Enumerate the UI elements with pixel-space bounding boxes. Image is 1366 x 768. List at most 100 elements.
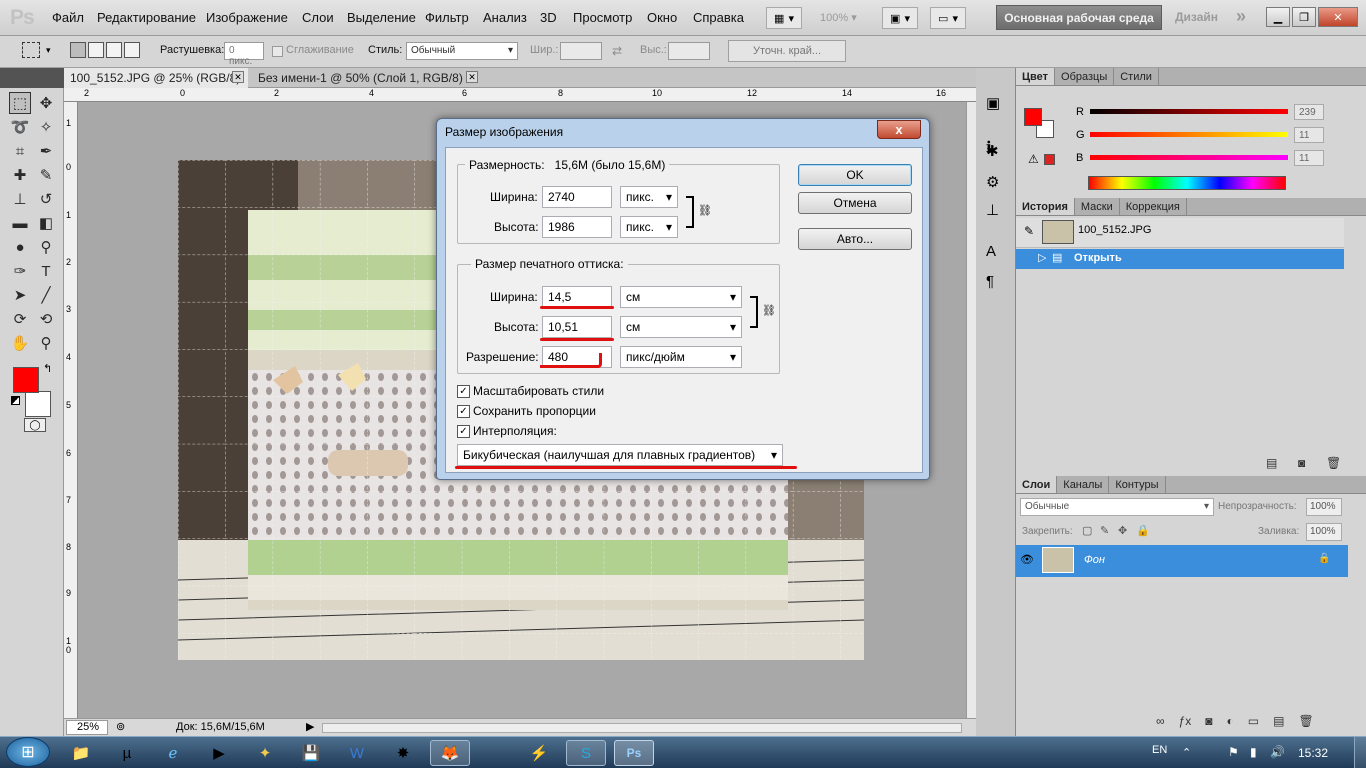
menu-window[interactable]: Окно — [647, 10, 677, 25]
tab-channels[interactable]: Каналы — [1057, 476, 1110, 493]
ok-button[interactable]: OK — [798, 164, 912, 186]
pen-icon[interactable]: ✑ — [9, 260, 31, 282]
healing-brush-icon[interactable]: ✚ — [9, 164, 31, 186]
workspace-button[interactable]: Основная рабочая среда — [996, 5, 1162, 30]
start-button-icon[interactable]: ⊞ — [6, 737, 50, 767]
feather-input[interactable]: 0 пикс. — [224, 42, 264, 67]
quick-mask-icon[interactable]: ◯ — [24, 418, 46, 432]
workspace-design[interactable]: Дизайн — [1175, 10, 1218, 24]
resample-method-select[interactable]: Бикубическая (наилучшая для плавных град… — [457, 444, 783, 466]
photoshop-taskbar-icon[interactable]: Ps — [614, 740, 654, 766]
r-slider[interactable] — [1090, 109, 1288, 114]
pixel-width-input[interactable]: 2740 — [542, 186, 612, 208]
clock[interactable]: 15:32 — [1298, 746, 1328, 760]
height-input[interactable] — [668, 42, 710, 60]
line-icon[interactable]: ╱ — [35, 284, 57, 306]
menu-analysis[interactable]: Анализ — [483, 10, 527, 25]
lock-position-icon[interactable]: ✥ — [1118, 524, 1127, 537]
menu-view[interactable]: Просмотр — [573, 10, 632, 25]
butterfly-app-icon[interactable]: ✦ — [248, 740, 282, 766]
hand-icon[interactable]: ✋ — [9, 332, 31, 354]
lock-all-icon[interactable]: 🔒 — [1136, 524, 1150, 537]
r-value[interactable]: 239 — [1294, 104, 1324, 120]
adjustment-layer-icon[interactable]: ◐ — [1227, 714, 1234, 728]
dodge-icon[interactable]: ⚲ — [35, 236, 57, 258]
restore-icon[interactable]: ❐ — [1292, 7, 1316, 27]
paragraph-icon[interactable]: ¶ — [986, 273, 994, 290]
screen-layout-button[interactable]: ▭ ▾ — [930, 7, 966, 29]
history-snapshot[interactable]: ✎ 100_5152.JPG — [1016, 218, 1344, 248]
more-workspaces-icon[interactable]: » — [1236, 6, 1246, 27]
constrain-proportions-checkbox[interactable]: ✓ — [457, 405, 470, 418]
swap-icon[interactable]: ⇄ — [612, 44, 622, 58]
snapshot-icon[interactable]: ◙ — [1298, 456, 1305, 470]
layer-style-icon[interactable]: ƒx — [1179, 714, 1192, 728]
brushes-icon[interactable]: ✱ — [986, 142, 999, 160]
b-value[interactable]: 11 — [1294, 150, 1324, 166]
tab-adjustments[interactable]: Коррекция — [1120, 198, 1187, 215]
action-center-icon[interactable]: ⚑ — [1228, 745, 1239, 759]
rect-marquee-icon[interactable]: ⬚ — [9, 92, 31, 114]
utorrent-icon[interactable]: µ — [110, 740, 144, 766]
menu-help[interactable]: Справка — [693, 10, 744, 25]
zoom-level[interactable]: 100% ▾ — [820, 11, 857, 24]
swap-colors-icon[interactable]: ↰ — [43, 362, 52, 375]
warning-icon[interactable]: ⚠ — [1028, 152, 1039, 166]
marquee-tool-icon[interactable] — [22, 42, 40, 58]
layer-name[interactable]: Фон — [1084, 554, 1105, 566]
resample-checkbox[interactable]: ✓ — [457, 425, 470, 438]
cancel-button[interactable]: Отмена — [798, 192, 912, 214]
width-input[interactable] — [560, 42, 602, 60]
volume-icon[interactable]: 🔊 — [1270, 745, 1285, 759]
blend-mode-select[interactable]: Обычные ▾ — [1020, 498, 1214, 516]
tab-history[interactable]: История — [1016, 198, 1075, 215]
language-indicator[interactable]: EN — [1152, 744, 1167, 756]
status-menu-icon[interactable]: ▶ — [306, 720, 314, 733]
vertical-scrollbar[interactable] — [966, 102, 976, 718]
menu-select[interactable]: Выделение — [347, 10, 416, 25]
g-slider[interactable] — [1090, 132, 1288, 137]
new-selection-icon[interactable] — [70, 42, 86, 58]
tab-color[interactable]: Цвет — [1016, 68, 1056, 85]
path-select-icon[interactable]: ➤ — [9, 284, 31, 306]
doc-height-input[interactable]: 10,51 — [542, 316, 612, 338]
firefox-icon[interactable]: 🦊 — [430, 740, 470, 766]
foreground-color-swatch[interactable] — [13, 367, 39, 393]
app-icon[interactable]: ⚡ — [522, 740, 556, 766]
trash-icon[interactable]: 🗑 — [1326, 456, 1341, 470]
character-icon[interactable]: A — [986, 243, 996, 260]
tab-layers[interactable]: Слои — [1016, 476, 1058, 493]
brush-presets-icon[interactable]: ⚙ — [986, 173, 999, 191]
b-slider[interactable] — [1090, 155, 1288, 160]
doc-height-unit-select[interactable]: см ▾ — [620, 316, 742, 338]
pixel-width-unit-select[interactable]: пикс. ▾ — [620, 186, 678, 208]
add-selection-icon[interactable] — [88, 42, 104, 58]
pixel-height-unit-select[interactable]: пикс. ▾ — [620, 216, 678, 238]
dialog-close-button[interactable]: x — [877, 120, 921, 139]
menu-filter[interactable]: Фильтр — [425, 10, 469, 25]
gamut-color-chip[interactable] — [1044, 154, 1055, 165]
tab-document-1[interactable]: 100_5152.JPG @ 25% (RGB/8) — [64, 68, 248, 88]
close-tab-icon[interactable]: ✕ — [232, 71, 244, 83]
blur-icon[interactable]: ● — [9, 236, 31, 258]
screen-mode-button[interactable]: ▦ ▾ — [766, 7, 802, 29]
new-layer-icon[interactable]: ▤ — [1273, 714, 1284, 728]
arrange-documents-button[interactable]: ▣ ▾ — [882, 7, 918, 29]
link-layers-icon[interactable]: ∞ — [1156, 714, 1165, 728]
subtract-selection-icon[interactable] — [106, 42, 122, 58]
antialias-checkbox[interactable] — [272, 46, 283, 57]
pixel-height-input[interactable]: 1986 — [542, 216, 612, 238]
show-desktop-button[interactable] — [1354, 737, 1366, 768]
gradient-icon[interactable]: ◧ — [35, 212, 57, 234]
menu-layers[interactable]: Слои — [302, 10, 334, 25]
save-app-icon[interactable]: 💾 — [294, 740, 328, 766]
intersect-selection-icon[interactable] — [124, 42, 140, 58]
magic-wand-icon[interactable]: ✧ — [35, 116, 57, 138]
color-spectrum[interactable] — [1088, 176, 1286, 190]
history-brush-icon[interactable]: ✎ — [1024, 224, 1034, 238]
resolution-unit-select[interactable]: пикс/дюйм ▾ — [620, 346, 742, 368]
tab-masks[interactable]: Маски — [1075, 198, 1120, 215]
internet-explorer-icon[interactable]: ℯ — [156, 740, 190, 766]
lock-pixels-icon[interactable]: ✎ — [1100, 524, 1109, 537]
clone-source-icon[interactable]: ⊥ — [986, 201, 999, 219]
